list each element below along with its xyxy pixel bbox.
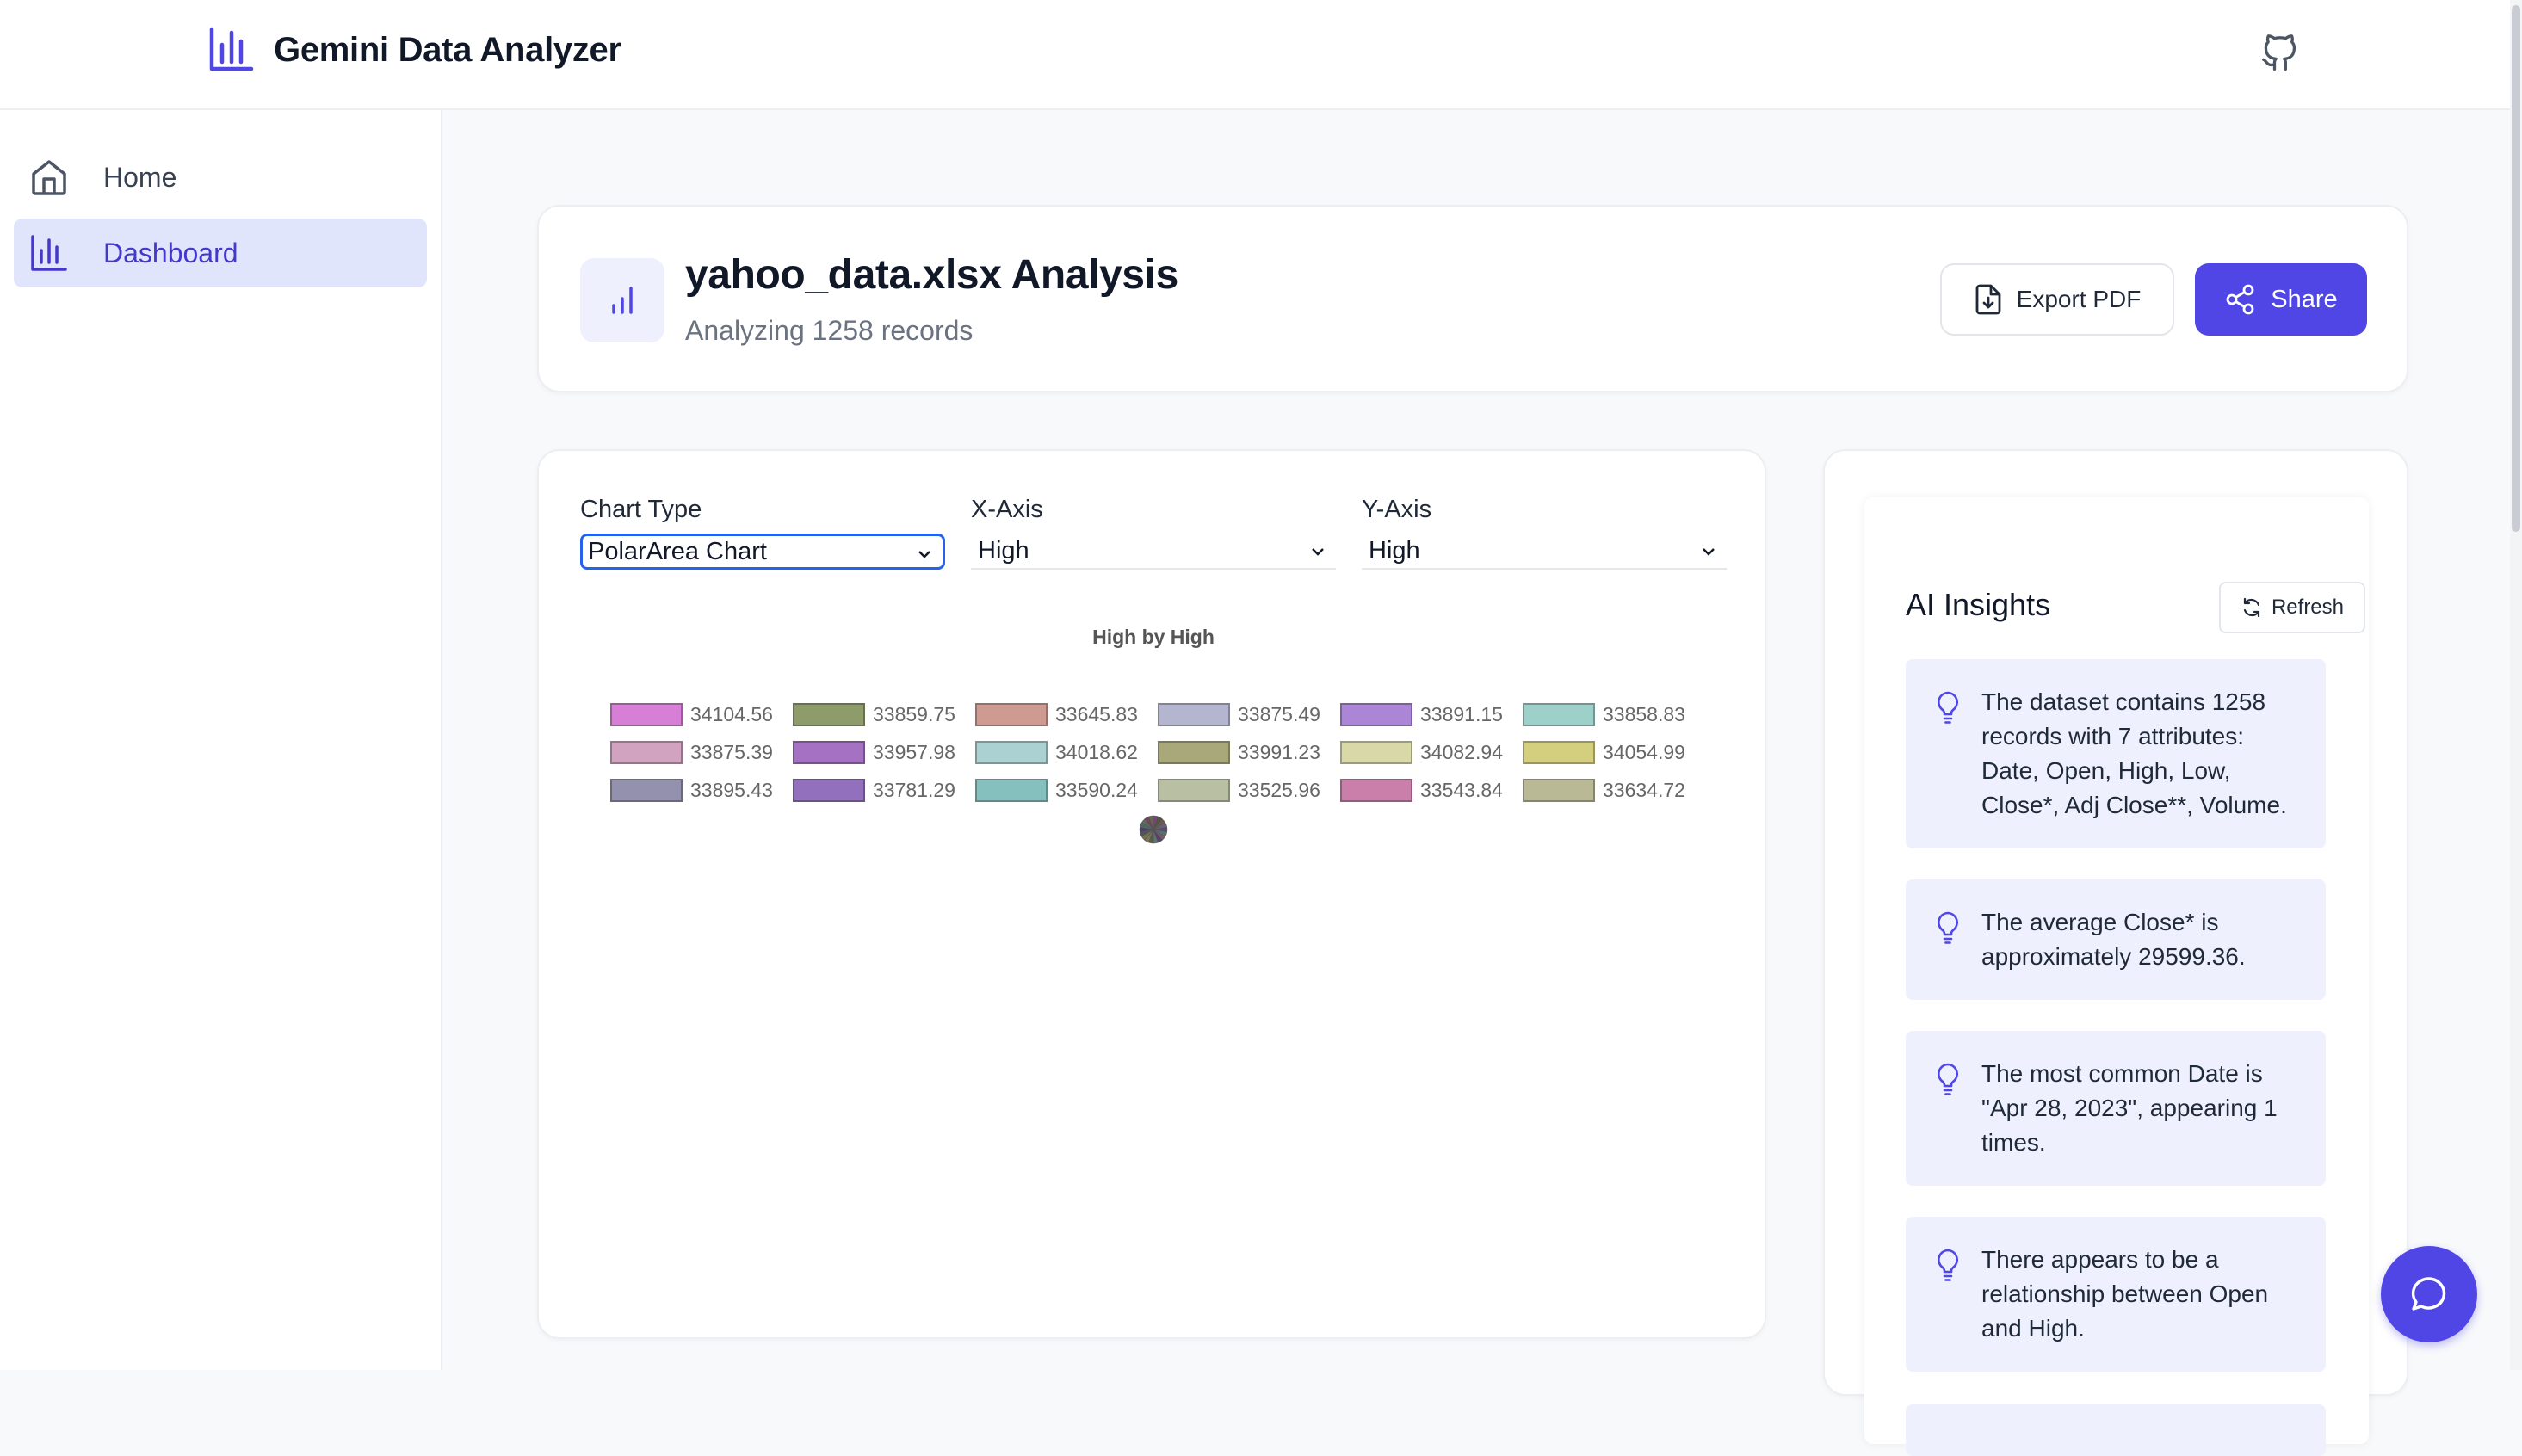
export-pdf-label: Export PDF	[2016, 286, 2142, 312]
legend-label[interactable]: 33781.29	[873, 779, 955, 801]
insight-text: The average Close* is approximately 2959…	[1981, 909, 2246, 970]
file-download-icon	[1975, 284, 2001, 315]
ai-insights-panel: AI Insights Refresh The dataset contains…	[1864, 497, 2369, 1456]
legend-swatch[interactable]	[1158, 703, 1230, 726]
lightbulb-icon	[1938, 691, 1958, 724]
legend-label[interactable]: 33957.98	[873, 741, 955, 763]
legend-swatch[interactable]	[793, 703, 865, 726]
insight-item: The dataset contains 1258 records with 7…	[1906, 659, 2326, 848]
legend-swatch[interactable]	[793, 741, 865, 764]
app-title: Gemini Data Analyzer	[274, 30, 621, 69]
legend-label[interactable]: 33634.72	[1603, 779, 1685, 801]
lightbulb-icon	[1938, 1063, 1958, 1095]
github-icon[interactable]	[2260, 34, 2298, 72]
legend-label[interactable]: 33590.24	[1055, 779, 1138, 801]
legend-swatch[interactable]	[1523, 703, 1595, 726]
legend-label[interactable]: 33858.83	[1603, 703, 1685, 725]
refresh-label: Refresh	[2271, 595, 2345, 619]
sidebar-item-label: Dashboard	[103, 237, 238, 268]
chart-card: Chart Type X-Axis Y-Axis PolarArea Chart…	[537, 449, 1766, 1339]
bar-chart-icon	[209, 27, 254, 71]
legend-swatch[interactable]	[975, 779, 1048, 802]
chat-button[interactable]	[2381, 1246, 2477, 1342]
legend-swatch[interactable]	[975, 741, 1048, 764]
share-icon	[2226, 284, 2254, 315]
ai-insights-card: AI Insights Refresh The dataset contains…	[1823, 449, 2408, 1456]
legend-label[interactable]: 33645.83	[1055, 703, 1138, 725]
lightbulb-icon	[1938, 911, 1958, 944]
bar-chart-icon	[31, 235, 67, 271]
analysis-header-card: yahoo_data.xlsx Analysis Analyzing 1258 …	[537, 205, 2408, 392]
legend-label[interactable]: 33991.23	[1238, 741, 1320, 763]
legend-swatch[interactable]	[610, 741, 683, 764]
sidebar-item-dashboard[interactable]: Dashboard	[14, 219, 427, 287]
legend-swatch[interactable]	[610, 703, 683, 726]
insight-item: The most common Date is "Apr 28, 2023", …	[1906, 1031, 2326, 1186]
legend-label[interactable]: 34104.56	[690, 703, 773, 725]
legend-label[interactable]: 33895.43	[690, 779, 773, 801]
legend-label[interactable]: 33525.96	[1238, 779, 1320, 801]
legend-swatch[interactable]	[1340, 741, 1412, 764]
insight-item: There appears to be a relationship betwe…	[1906, 1217, 2326, 1372]
chat-bubble-icon	[2411, 1277, 2446, 1311]
insight-text: The dataset contains 1258 records with 7…	[1981, 688, 2287, 818]
legend-label[interactable]: 33543.84	[1420, 779, 1503, 801]
record-count: Analyzing 1258 records	[685, 315, 974, 346]
top-header: Gemini Data Analyzer	[0, 0, 2510, 110]
legend-swatch[interactable]	[610, 779, 683, 802]
legend-label[interactable]: 33875.39	[690, 741, 773, 763]
legend-swatch[interactable]	[1340, 779, 1412, 802]
chart-legend: 34104.56 33859.75 33645.83 33875.49 33891.15…	[610, 703, 1685, 802]
refresh-icon	[2243, 597, 2260, 618]
bar-chart-icon	[612, 287, 633, 314]
insight-text: The most common Date is "Apr 28, 2023", …	[1981, 1060, 2278, 1156]
sidebar: Home Dashboard	[0, 110, 442, 1370]
legend-swatch[interactable]	[1523, 741, 1595, 764]
lightbulb-icon	[1938, 1249, 1958, 1281]
legend-label[interactable]: 33875.49	[1238, 703, 1320, 725]
legend-swatch[interactable]	[1523, 779, 1595, 802]
chart-title: High by High	[1092, 626, 1215, 648]
share-button[interactable]: Share	[2195, 263, 2367, 336]
polar-area-chart[interactable]: High by High 34104.56 33859.75 33645.83 338…	[539, 451, 1765, 1337]
legend-swatch[interactable]	[1158, 779, 1230, 802]
legend-label[interactable]: 34054.99	[1603, 741, 1685, 763]
legend-swatch[interactable]	[975, 703, 1048, 726]
legend-label[interactable]: 33891.15	[1420, 703, 1503, 725]
legend-label[interactable]: 34082.94	[1420, 741, 1503, 763]
brand[interactable]: Gemini Data Analyzer	[207, 26, 621, 74]
legend-label[interactable]: 34018.62	[1055, 741, 1138, 763]
ai-insights-title: AI Insights	[1906, 587, 2051, 622]
sidebar-item-label: Home	[103, 161, 177, 193]
scrollbar-thumb[interactable]	[2512, 5, 2520, 532]
insight-item: The average Close* is approximately 2959…	[1906, 879, 2326, 1000]
refresh-button[interactable]: Refresh	[2219, 582, 2365, 633]
insight-item	[1906, 1404, 2326, 1456]
home-icon	[32, 160, 66, 195]
chart-slices	[1139, 815, 1168, 844]
legend-swatch[interactable]	[1158, 741, 1230, 764]
share-label: Share	[2271, 285, 2338, 313]
legend-label[interactable]: 33859.75	[873, 703, 955, 725]
sidebar-item-home[interactable]: Home	[14, 143, 427, 212]
analysis-icon-box	[580, 258, 664, 342]
page-title: yahoo_data.xlsx Analysis	[685, 252, 1178, 298]
legend-swatch[interactable]	[1340, 703, 1412, 726]
legend-swatch[interactable]	[793, 779, 865, 802]
export-pdf-button[interactable]: Export PDF	[1940, 263, 2174, 336]
insight-text: There appears to be a relationship betwe…	[1981, 1246, 2269, 1342]
